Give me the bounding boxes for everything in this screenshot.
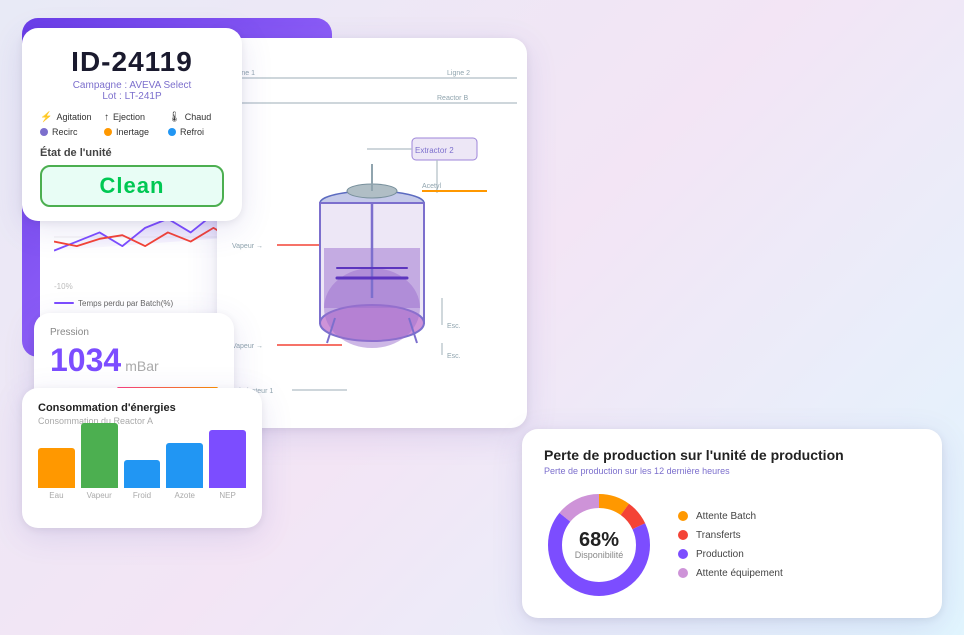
dot-attente-equipement: [678, 568, 688, 578]
dot-transferts: [678, 530, 688, 540]
legend-production: Production: [678, 549, 783, 560]
donut-chart: 68% Disponibilité: [544, 490, 654, 600]
bar-froid-label: Froid: [133, 491, 151, 500]
svg-text:Esc.: Esc.: [447, 353, 461, 360]
pressure-label: Pression: [50, 327, 218, 338]
tag-refroi-label: Refroi: [180, 127, 204, 137]
legend-pct-line: [54, 302, 74, 304]
tag-inertage-label: Inertage: [116, 127, 149, 137]
donut-center: 68% Disponibilité: [575, 530, 624, 560]
pressure-value: 1034 mBar: [50, 342, 218, 379]
dot-attente-batch: [678, 511, 688, 521]
bar-eau-fill: [38, 448, 75, 488]
bar-froid: Froid: [124, 460, 161, 500]
tag-agitation-label: Agitation: [56, 112, 91, 122]
tags-grid: ⚡ Agitation ↑ Ejection 🌡 Chaud Recirc In…: [40, 112, 224, 137]
agitation-icon: ⚡: [40, 112, 52, 123]
legend-attente-batch: Attente Batch: [678, 511, 783, 522]
tag-chaud-label: Chaud: [185, 112, 212, 122]
bar-nep-fill: [209, 430, 246, 488]
svg-text:Ligne 2: Ligne 2: [447, 70, 470, 77]
campaign-label: Campagne : AVEVA Select: [40, 80, 224, 91]
svg-text:Vapeur →: Vapeur →: [232, 243, 263, 250]
legend-batch-pct: Temps perdu par Batch(%): [54, 299, 173, 308]
ejection-icon: ↑: [104, 112, 109, 123]
production-legend: Attente Batch Transferts Production Atte…: [678, 511, 783, 579]
tag-inertage: Inertage: [104, 127, 160, 137]
bar-nep: NEP: [209, 430, 246, 500]
dashboard: ID-24119 Campagne : AVEVA Select Lot : L…: [22, 18, 942, 618]
lot-label: Lot : LT-241P: [40, 91, 224, 102]
pressure-unit: mBar: [125, 358, 158, 374]
tag-ejection-label: Ejection: [113, 112, 145, 122]
tag-recirc-label: Recirc: [52, 127, 78, 137]
legend-transferts: Transferts: [678, 530, 783, 541]
bar-vapeur: Vapeur: [81, 423, 118, 500]
production-subtitle: Perte de production sur les 12 dernière …: [544, 466, 920, 476]
bar-froid-fill: [124, 460, 161, 488]
bar-eau-label: Eau: [49, 491, 63, 500]
bar-vapeur-label: Vapeur: [87, 491, 112, 500]
recirc-dot: [40, 128, 48, 136]
chaud-icon: 🌡: [168, 112, 181, 123]
energy-title: Consommation d'énergies: [38, 402, 246, 414]
svg-text:Vapeur →: Vapeur →: [232, 343, 263, 350]
bar-azote-fill: [166, 443, 203, 488]
production-card: Perte de production sur l'unité de produ…: [522, 429, 942, 618]
id-card: ID-24119 Campagne : AVEVA Select Lot : L…: [22, 28, 242, 221]
etat-label: État de l'unité: [40, 147, 224, 159]
production-title: Perte de production sur l'unité de produ…: [544, 447, 920, 463]
status-badge: Clean: [40, 165, 224, 207]
bar-azote: Azote: [166, 443, 203, 500]
legend-attente-equipement: Attente équipement: [678, 568, 783, 579]
donut-percentage: 68%: [575, 530, 624, 550]
tag-chaud: 🌡 Chaud: [168, 112, 224, 123]
label-production: Production: [696, 549, 744, 560]
svg-text:Esc.: Esc.: [447, 323, 461, 330]
refroi-dot: [168, 128, 176, 136]
bar-azote-label: Azote: [175, 491, 195, 500]
label-attente-batch: Attente Batch: [696, 511, 756, 522]
id-number: ID-24119: [40, 46, 224, 78]
dot-production: [678, 549, 688, 559]
svg-text:Reactor B: Reactor B: [437, 95, 468, 102]
bar-nep-label: NEP: [219, 491, 235, 500]
bar-vapeur-fill: [81, 423, 118, 488]
energy-bar-chart: Eau Vapeur Froid Azote: [38, 436, 246, 516]
svg-text:Acetyl: Acetyl: [422, 183, 442, 190]
inertage-dot: [104, 128, 112, 136]
process-diagram-card: Ligne 1 Ligne 2 Reactor B Extractor 2 Ac…: [217, 38, 527, 428]
tag-agitation: ⚡ Agitation: [40, 112, 96, 123]
label-attente-equipement: Attente équipement: [696, 568, 783, 579]
tag-ejection: ↑ Ejection: [104, 112, 160, 123]
energy-card: Consommation d'énergies Consommation du …: [22, 388, 262, 528]
donut-label: Disponibilité: [575, 550, 624, 560]
legend-pct-label: Temps perdu par Batch(%): [78, 299, 173, 308]
production-content: 68% Disponibilité Attente Batch Transfer…: [544, 490, 920, 600]
svg-text:Extractor 2: Extractor 2: [415, 146, 454, 155]
energy-subtitle: Consommation du Reactor A: [38, 416, 246, 426]
tag-refroi: Refroi: [168, 127, 224, 137]
bar-eau: Eau: [38, 448, 75, 500]
process-diagram-svg: Ligne 1 Ligne 2 Reactor B Extractor 2 Ac…: [227, 48, 517, 418]
label-transferts: Transferts: [696, 530, 741, 541]
tag-recirc: Recirc: [40, 127, 96, 137]
